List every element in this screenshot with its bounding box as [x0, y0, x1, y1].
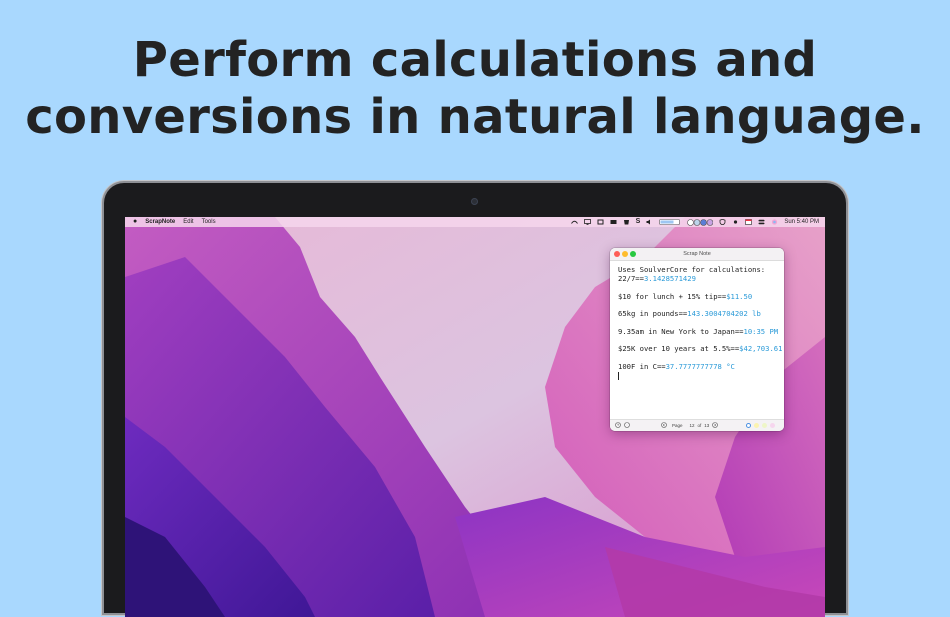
note-line: $10 for lunch + 15% tip==$11.50	[618, 291, 753, 301]
note-line: 100F in C==37.7777777778 °C	[618, 361, 735, 371]
menu-tools[interactable]: Tools	[202, 217, 216, 227]
window-titlebar[interactable]: Scrap Note	[610, 248, 784, 261]
window-title: Scrap Note	[683, 251, 711, 257]
page-indicator: Page 12 of 13	[672, 423, 710, 428]
menu-app-name[interactable]: ScrapNote	[145, 217, 175, 227]
scrap-note-window: Scrap Note Uses SoulverCore for calculat…	[610, 248, 784, 431]
note-line: Uses SoulverCore for calculations:	[618, 265, 766, 274]
menu-edit[interactable]: Edit	[183, 217, 193, 227]
speaker-icon[interactable]	[646, 219, 653, 225]
calc-result: 3.1428571429	[643, 274, 696, 283]
note-line: $25K over 10 years at 5.5%==$42,703.61	[618, 344, 783, 353]
camera-icon	[471, 198, 478, 205]
headline-line-1: Perform calculations and	[132, 32, 818, 88]
color-dot-pink[interactable]	[770, 423, 775, 428]
cast-icon[interactable]	[570, 219, 578, 225]
note-line: 9.35am in New York to Japan==10:35 PM	[618, 326, 779, 336]
history-clock-icon[interactable]	[615, 422, 621, 428]
battery-icon[interactable]	[659, 219, 681, 225]
previous-page-icon[interactable]	[661, 422, 667, 428]
note-editor[interactable]: Uses SoulverCore for calculations: 22/7=…	[618, 265, 782, 380]
monitor-icon[interactable]	[583, 219, 591, 225]
shield-icon[interactable]	[719, 219, 726, 225]
calendar-icon[interactable]	[745, 219, 753, 225]
keyboard-icon[interactable]	[610, 219, 617, 225]
calc-result: $11.50	[726, 291, 753, 301]
calc-result: 37.7777777778 °C	[665, 361, 735, 371]
trash-icon[interactable]	[623, 219, 630, 225]
headline-line-2: conversions in natural language.	[25, 89, 925, 145]
calc-result: $42,703.61	[739, 344, 783, 353]
headline: Perform calculations and conversions in …	[0, 32, 950, 146]
siri-icon[interactable]	[771, 219, 778, 225]
desktop-screen: ● ScrapNote Edit Tools S Sun 5:40 PM Scr…	[125, 217, 825, 617]
menu-clock[interactable]: Sun 5:40 PM	[784, 217, 819, 227]
color-dot-green[interactable]	[762, 423, 767, 428]
calc-result: 143.3004704202 lb	[687, 309, 761, 318]
text-caret	[618, 371, 619, 380]
next-page-icon[interactable]	[712, 422, 718, 428]
control-center-icon[interactable]	[758, 219, 765, 225]
color-dot-yellow[interactable]	[754, 423, 759, 428]
menu-bar: ● ScrapNote Edit Tools S Sun 5:40 PM	[125, 217, 825, 227]
note-line: 22/7==3.1428571429	[618, 274, 696, 283]
note-line: 65kg in pounds==143.3004704202 lb	[618, 309, 761, 318]
compass-icon[interactable]	[624, 422, 630, 428]
color-wheels-icon[interactable]	[687, 218, 714, 226]
soulver-s-icon[interactable]: S	[636, 217, 641, 227]
apple-menu-icon[interactable]: ●	[133, 217, 137, 227]
dot-icon[interactable]	[732, 219, 739, 225]
window-status-bar: Page 12 of 13	[610, 419, 784, 431]
calc-result: 10:35 PM	[743, 326, 779, 336]
grid-icon[interactable]	[597, 219, 604, 225]
color-dot-blue[interactable]	[746, 423, 751, 428]
laptop-frame: ● ScrapNote Edit Tools S Sun 5:40 PM Scr…	[104, 183, 846, 617]
